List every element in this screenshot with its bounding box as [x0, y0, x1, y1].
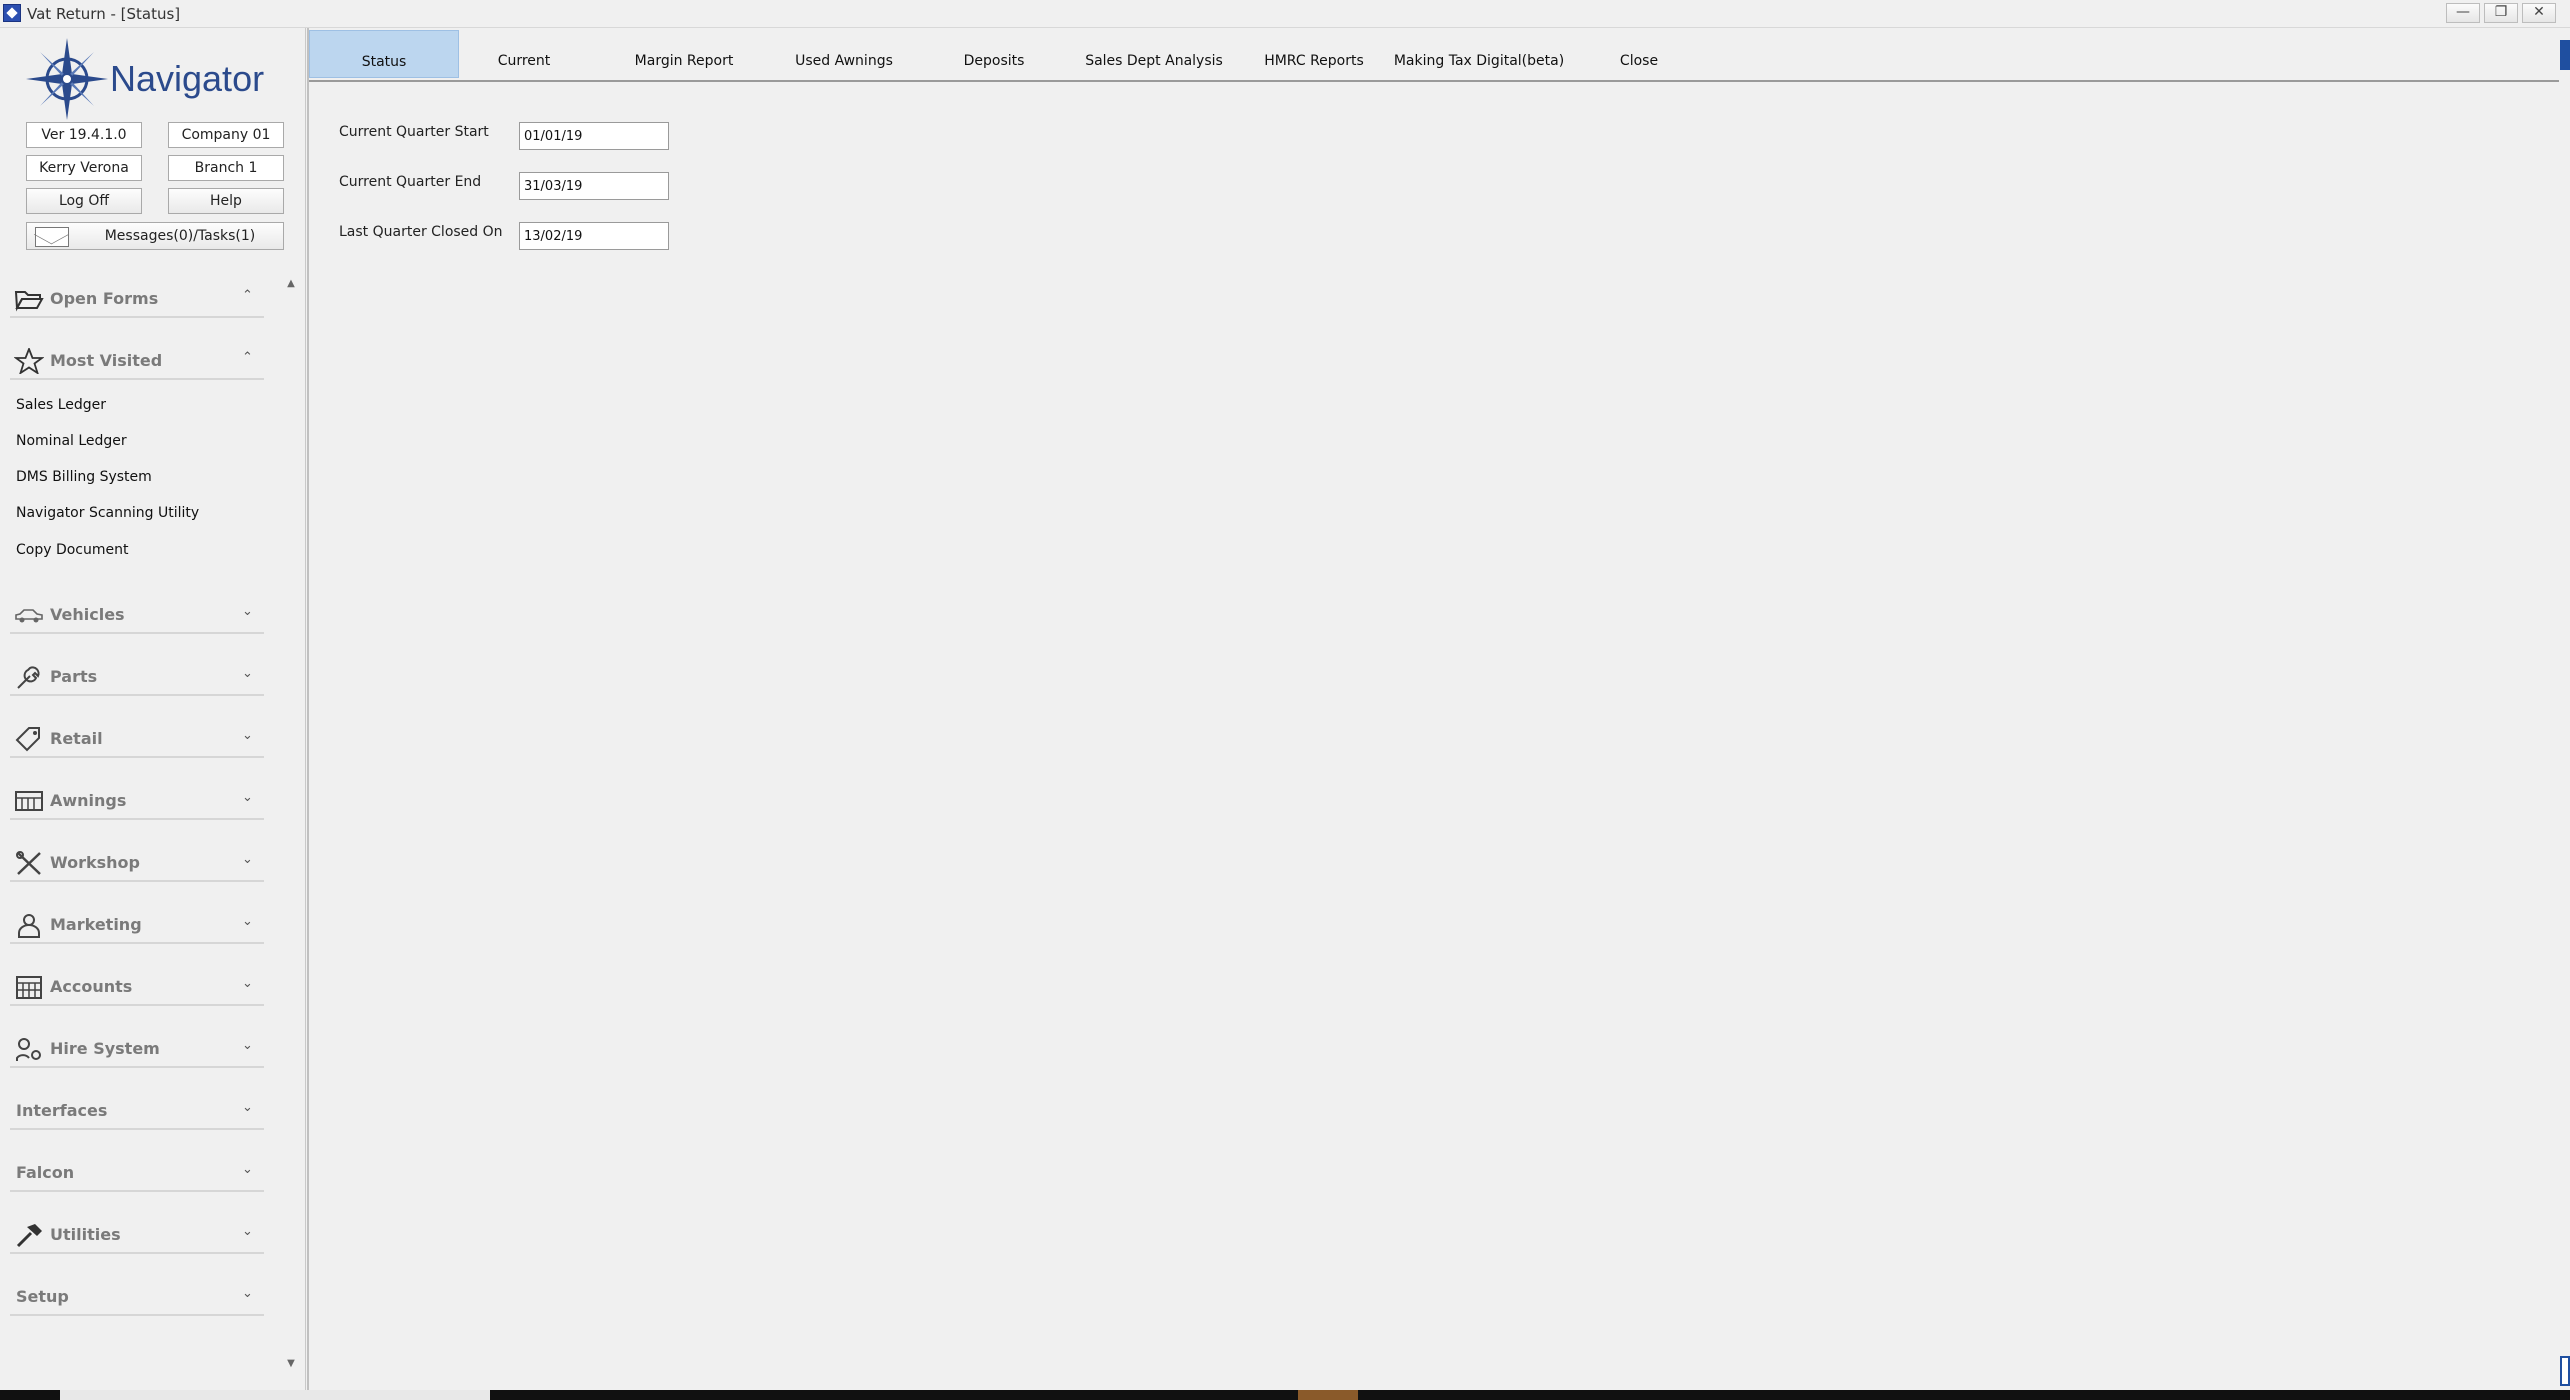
section-most-visited[interactable]: Most Visited ⌃ [10, 342, 264, 380]
tab-deposits[interactable]: Deposits [929, 30, 1059, 78]
section-label: Marketing [50, 915, 142, 934]
tools-icon [16, 851, 41, 875]
navigator-logo: Navigator [24, 36, 284, 124]
navigator-sidebar: Navigator Ver 19.4.1.0 Company 01 Kerry … [0, 28, 306, 1390]
section-label: Awnings [50, 791, 127, 810]
awning-icon [15, 791, 43, 811]
section-setup[interactable]: Setup ⌄ [10, 1278, 264, 1316]
person-icon [18, 914, 40, 938]
close-window-button[interactable]: ✕ [2522, 3, 2556, 23]
expand-chevron-icon[interactable]: ⌄ [242, 790, 253, 805]
collapse-chevron-icon[interactable]: ⌃ [242, 350, 253, 365]
tab-margin-report[interactable]: Margin Report [609, 30, 759, 78]
hammer-icon [16, 1224, 42, 1248]
tab-sales-dept-analysis[interactable]: Sales Dept Analysis [1069, 30, 1239, 78]
section-label: Vehicles [50, 605, 125, 624]
logo-text: Navigator [110, 58, 265, 99]
sidebar-scroll-up-button[interactable]: ▲ [284, 278, 298, 292]
taskbar-segment [60, 1390, 490, 1400]
section-vehicles[interactable]: Vehicles ⌄ [10, 596, 264, 634]
most-visited-item-copy-document[interactable]: Copy Document [16, 542, 129, 558]
section-label: Interfaces [16, 1101, 108, 1120]
section-label: Retail [50, 729, 103, 748]
section-open-forms[interactable]: Open Forms ⌃ [10, 280, 264, 318]
expand-chevron-icon[interactable]: ⌄ [242, 914, 253, 929]
tab-used-awnings[interactable]: Used Awnings [769, 30, 919, 78]
section-interfaces[interactable]: Interfaces ⌄ [10, 1092, 264, 1130]
messages-tasks-label: Messages(0)/Tasks(1) [104, 228, 256, 244]
most-visited-item-sales-ledger[interactable]: Sales Ledger [16, 397, 106, 413]
vat-return-panel: Status Current Margin Report Used Awning… [307, 28, 2559, 1390]
current-quarter-end-label: Current Quarter End [339, 174, 482, 190]
restore-button[interactable]: ❐ [2484, 3, 2518, 23]
most-visited-item-scanning-utility[interactable]: Navigator Scanning Utility [16, 505, 199, 521]
last-quarter-closed-label: Last Quarter Closed On [339, 224, 503, 240]
folder-open-icon [14, 291, 44, 312]
log-off-button[interactable]: Log Off [26, 188, 142, 214]
expand-chevron-icon[interactable]: ⌄ [242, 976, 253, 991]
taskbar-active-app[interactable] [1298, 1390, 1358, 1400]
tab-making-tax-digital[interactable]: Making Tax Digital(beta) [1364, 30, 1594, 78]
right-edge-indicator [2560, 40, 2570, 70]
compass-star-icon [26, 38, 108, 120]
star-icon [14, 348, 44, 374]
section-label: Hire System [50, 1039, 160, 1058]
tab-current[interactable]: Current [464, 30, 584, 78]
collapse-chevron-icon[interactable]: ⌃ [242, 288, 253, 303]
sidebar-scroll-down-button[interactable]: ▼ [284, 1358, 298, 1372]
expand-chevron-icon[interactable]: ⌄ [242, 1162, 253, 1177]
window-title: Vat Return - [Status] [27, 5, 181, 23]
section-workshop[interactable]: Workshop ⌄ [10, 844, 264, 882]
user-box: Kerry Verona [26, 155, 142, 181]
expand-chevron-icon[interactable]: ⌄ [242, 728, 253, 743]
right-edge-indicator-bottom [2560, 1356, 2570, 1386]
section-parts[interactable]: Parts ⌄ [10, 658, 264, 696]
section-label: Accounts [50, 977, 133, 996]
section-accounts[interactable]: Accounts ⌄ [10, 968, 264, 1006]
tab-bar: Status Current Margin Report Used Awning… [309, 30, 2559, 82]
help-button[interactable]: Help [168, 188, 284, 214]
current-quarter-start-label: Current Quarter Start [339, 124, 489, 140]
section-retail[interactable]: Retail ⌄ [10, 720, 264, 758]
most-visited-item-dms-billing[interactable]: DMS Billing System [16, 469, 152, 485]
section-marketing[interactable]: Marketing ⌄ [10, 906, 264, 944]
minimize-button[interactable]: — [2446, 3, 2480, 23]
price-tag-icon [15, 727, 40, 752]
section-label: Most Visited [50, 351, 163, 370]
wrench-parts-icon [17, 666, 40, 689]
section-falcon[interactable]: Falcon ⌄ [10, 1154, 264, 1192]
car-icon [15, 609, 43, 623]
section-hire-system[interactable]: Hire System ⌄ [10, 1030, 264, 1068]
calculator-icon [16, 976, 42, 999]
title-bar: Vat Return - [Status] — ❐ ✕ [0, 0, 2570, 28]
expand-chevron-icon[interactable]: ⌄ [242, 1100, 253, 1115]
tab-status[interactable]: Status [309, 30, 459, 78]
most-visited-item-nominal-ledger[interactable]: Nominal Ledger [16, 433, 127, 449]
last-quarter-closed-input[interactable] [519, 222, 669, 250]
expand-chevron-icon[interactable]: ⌄ [242, 1286, 253, 1301]
section-label: Open Forms [50, 289, 159, 308]
key-person-icon [16, 1038, 41, 1061]
envelope-icon [35, 227, 69, 247]
current-quarter-start-input[interactable] [519, 122, 669, 150]
section-label: Setup [16, 1287, 69, 1306]
app-icon [3, 4, 21, 22]
section-label: Utilities [50, 1225, 121, 1244]
messages-tasks-button[interactable]: Messages(0)/Tasks(1) [26, 222, 284, 250]
expand-chevron-icon[interactable]: ⌄ [242, 1038, 253, 1053]
company-box[interactable]: Company 01 [168, 122, 284, 148]
section-utilities[interactable]: Utilities ⌄ [10, 1216, 264, 1254]
section-label: Falcon [16, 1163, 75, 1182]
section-label: Workshop [50, 853, 140, 872]
expand-chevron-icon[interactable]: ⌄ [242, 666, 253, 681]
section-label: Parts [50, 667, 98, 686]
tab-close[interactable]: Close [1579, 30, 1699, 78]
section-awnings[interactable]: Awnings ⌄ [10, 782, 264, 820]
version-box: Ver 19.4.1.0 [26, 122, 142, 148]
expand-chevron-icon[interactable]: ⌄ [242, 604, 253, 619]
current-quarter-end-input[interactable] [519, 172, 669, 200]
expand-chevron-icon[interactable]: ⌄ [242, 1224, 253, 1239]
expand-chevron-icon[interactable]: ⌄ [242, 852, 253, 867]
branch-box[interactable]: Branch 1 [168, 155, 284, 181]
